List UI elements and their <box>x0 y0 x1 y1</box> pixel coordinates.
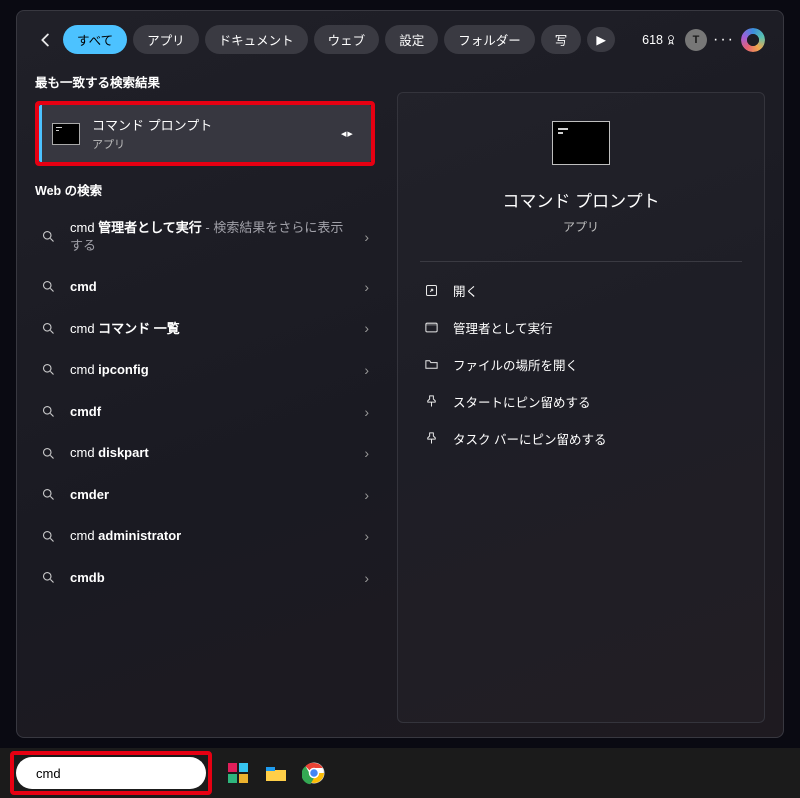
folder-icon <box>424 357 439 372</box>
search-results-panel: すべて アプリ ドキュメント ウェブ 設定 フォルダー 写 ▶ 618 T ··… <box>16 10 784 738</box>
tab-settings[interactable]: 設定 <box>385 25 438 54</box>
open-icon <box>424 283 439 298</box>
search-icon <box>41 529 56 544</box>
action-pin[interactable]: タスク バーにピン留めする <box>420 420 742 457</box>
preview-subtitle: アプリ <box>420 218 742 235</box>
taskbar-app1-icon[interactable] <box>226 761 250 785</box>
action-label: スタートにピン留めする <box>453 392 591 411</box>
copilot-icon[interactable] <box>741 28 765 52</box>
web-result-text: cmd diskpart <box>70 444 350 462</box>
search-highlight-box <box>10 751 212 795</box>
rewards-points[interactable]: 618 <box>642 33 679 47</box>
command-prompt-icon <box>52 123 80 145</box>
search-icon <box>41 279 56 294</box>
taskbar-file-explorer-icon[interactable] <box>264 761 288 785</box>
tab-web[interactable]: ウェブ <box>314 25 380 54</box>
back-icon[interactable] <box>35 29 57 51</box>
action-label: ファイルの場所を開く <box>453 355 578 374</box>
web-result-row[interactable]: cmder › <box>35 474 375 516</box>
taskbar-search-box[interactable] <box>16 757 206 789</box>
web-result-row[interactable]: cmdf › <box>35 391 375 433</box>
search-icon <box>41 446 56 461</box>
search-icon <box>41 404 56 419</box>
command-prompt-large-icon <box>552 121 610 165</box>
web-result-row[interactable]: cmd diskpart › <box>35 432 375 474</box>
best-match-subtitle: アプリ <box>92 136 212 152</box>
action-label: 管理者として実行 <box>453 318 553 337</box>
user-avatar[interactable]: T <box>685 29 707 51</box>
results-left-column: 最も一致する検索結果 コマンド プロンプト アプリ Web の検索 cmd 管理… <box>35 72 375 723</box>
web-result-row[interactable]: cmdb › <box>35 557 375 599</box>
best-match-texts: コマンド プロンプト アプリ <box>92 115 212 152</box>
action-open[interactable]: 開く <box>420 272 742 309</box>
web-result-text: cmd コマンド 一覧 <box>70 320 350 338</box>
web-result-text: cmdb <box>70 569 350 587</box>
action-label: タスク バーにピン留めする <box>453 429 606 448</box>
chevron-right-icon: › <box>364 320 369 336</box>
web-results-list: cmd 管理者として実行 - 検索結果をさらに表示する › cmd › cmd … <box>35 207 375 598</box>
web-result-row[interactable]: cmd administrator › <box>35 515 375 557</box>
pin-icon <box>424 431 439 446</box>
search-header: すべて アプリ ドキュメント ウェブ 設定 フォルダー 写 ▶ 618 T ··… <box>17 25 783 72</box>
search-icon <box>41 229 56 244</box>
taskbar <box>0 748 800 798</box>
action-admin[interactable]: 管理者として実行 <box>420 309 742 346</box>
chevron-right-icon: › <box>364 445 369 461</box>
tabs-more-icon[interactable]: ▶ <box>587 27 615 52</box>
rewards-icon <box>667 34 679 46</box>
actions-list: 開く管理者として実行ファイルの場所を開くスタートにピン留めするタスク バーにピン… <box>420 272 742 457</box>
search-input[interactable] <box>36 766 212 781</box>
web-result-text: cmder <box>70 486 350 504</box>
best-match-highlight-box: コマンド プロンプト アプリ <box>35 101 375 166</box>
more-options-icon[interactable]: ··· <box>713 31 735 49</box>
web-result-text: cmd 管理者として実行 - 検索結果をさらに表示する <box>70 219 350 254</box>
chevron-right-icon: › <box>364 528 369 544</box>
web-result-text: cmd ipconfig <box>70 361 350 379</box>
web-result-row[interactable]: cmd ipconfig › <box>35 349 375 391</box>
web-result-text: cmdf <box>70 403 350 421</box>
resize-handle-icon[interactable] <box>341 129 357 139</box>
points-value: 618 <box>642 33 663 47</box>
chevron-right-icon: › <box>364 404 369 420</box>
best-match-heading: 最も一致する検索結果 <box>35 72 375 91</box>
search-icon <box>41 570 56 585</box>
preview-title: コマンド プロンプト <box>420 187 742 212</box>
web-result-text: cmd <box>70 278 350 296</box>
web-result-row[interactable]: cmd コマンド 一覧 › <box>35 308 375 350</box>
action-label: 開く <box>453 281 478 300</box>
best-match-title: コマンド プロンプト <box>92 115 212 134</box>
preview-icon-wrap <box>552 121 610 165</box>
web-result-row[interactable]: cmd › <box>35 266 375 308</box>
web-result-row[interactable]: cmd 管理者として実行 - 検索結果をさらに表示する › <box>35 207 375 266</box>
pin-icon <box>424 394 439 409</box>
tab-documents[interactable]: ドキュメント <box>205 25 308 54</box>
chevron-right-icon: › <box>364 362 369 378</box>
search-icon <box>41 487 56 502</box>
chevron-right-icon: › <box>364 229 369 245</box>
action-folder[interactable]: ファイルの場所を開く <box>420 346 742 383</box>
tab-all[interactable]: すべて <box>63 25 127 54</box>
tab-apps[interactable]: アプリ <box>133 25 199 54</box>
best-match-item[interactable]: コマンド プロンプト アプリ <box>39 105 371 162</box>
web-result-text: cmd administrator <box>70 527 350 545</box>
preview-panel: コマンド プロンプト アプリ 開く管理者として実行ファイルの場所を開くスタートに… <box>397 92 765 723</box>
chevron-right-icon: › <box>364 570 369 586</box>
chevron-right-icon: › <box>364 279 369 295</box>
web-search-heading: Web の検索 <box>35 180 375 199</box>
admin-icon <box>424 320 439 335</box>
chevron-right-icon: › <box>364 487 369 503</box>
search-icon <box>41 321 56 336</box>
action-pin[interactable]: スタートにピン留めする <box>420 383 742 420</box>
tab-photos-truncated[interactable]: 写 <box>541 25 582 54</box>
search-icon <box>41 362 56 377</box>
taskbar-chrome-icon[interactable] <box>302 761 326 785</box>
tab-folders[interactable]: フォルダー <box>444 25 535 54</box>
divider <box>420 261 742 262</box>
